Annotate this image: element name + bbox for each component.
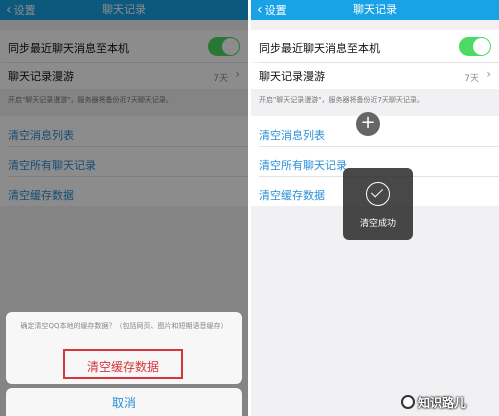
divider <box>259 146 499 147</box>
cancel-button[interactable]: 取消 <box>6 388 242 416</box>
plus-icon[interactable]: + <box>356 112 380 136</box>
roaming-label: 聊天记录漫游 <box>259 70 325 83</box>
clear-message-list-link[interactable]: 清空消息列表 <box>259 127 325 143</box>
checkmark-circle-icon <box>366 182 390 206</box>
sheet-message: 确定清空QQ本地的缓存数据？（包括网页、图片和短期语音缓存） <box>20 322 228 330</box>
chevron-right-icon: › <box>486 67 491 81</box>
clear-cache-link[interactable]: 清空缓存数据 <box>259 187 325 203</box>
clear-cache-confirm-button[interactable]: 清空缓存数据 <box>63 349 183 379</box>
toggle-on-icon <box>473 38 490 55</box>
roaming-row[interactable]: 聊天记录漫游 7天 › <box>251 63 499 89</box>
right-screen: ‹ 设置 聊天记录 同步最近聊天消息至本机 聊天记录漫游 7天 › 开启"聊天记录… <box>251 0 499 416</box>
page-title: 聊天记录 <box>353 3 397 16</box>
watermark: 知识路儿 <box>418 396 467 410</box>
sync-toggle[interactable] <box>459 37 491 56</box>
left-screen: ‹ 设置 聊天记录 同步最近聊天消息至本机 聊天记录漫游 7天 › 开启"聊天记录… <box>0 0 248 416</box>
success-toast: 清空成功 <box>343 168 413 240</box>
watermark-logo-icon <box>401 395 415 409</box>
navbar: ‹ 设置 聊天记录 <box>251 0 499 20</box>
roaming-value: 7天 <box>464 74 479 84</box>
clear-all-chats-link[interactable]: 清空所有聊天记录 <box>259 157 347 173</box>
toast-text: 清空成功 <box>359 219 396 229</box>
sync-label: 同步最近聊天消息至本机 <box>259 42 380 55</box>
roaming-hint: 开启"聊天记录漫游"，服务器将备份近7天聊天记录。 <box>259 96 424 104</box>
